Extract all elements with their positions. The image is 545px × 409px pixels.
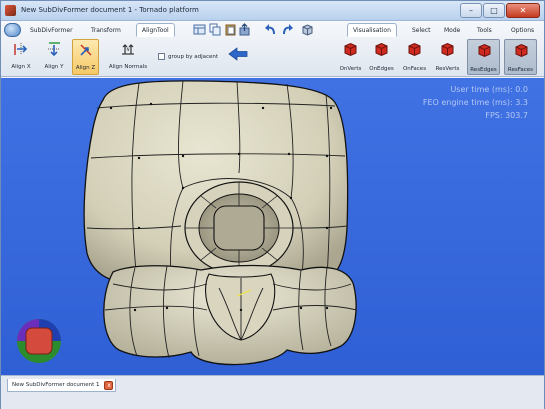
arrow-left-icon[interactable] bbox=[228, 47, 248, 61]
export-icon[interactable] bbox=[238, 23, 251, 36]
group-by-adjacent-label: group by adjacent bbox=[168, 53, 219, 60]
minimize-icon: – bbox=[469, 5, 473, 15]
align-normals-glyph: N bbox=[127, 47, 130, 52]
resverts-button[interactable]: ResVerts bbox=[431, 39, 464, 75]
align-y-button[interactable]: Align Y bbox=[39, 39, 69, 75]
maximize-icon: □ bbox=[490, 5, 498, 15]
align-x-icon bbox=[14, 43, 28, 55]
tab-subdivformer[interactable]: SubDivFormer bbox=[24, 23, 79, 37]
tab-options[interactable]: Options bbox=[505, 23, 540, 37]
document-tab-bar: New SubDivFormer document 1 x bbox=[1, 375, 544, 409]
3d-viewport[interactable]: User time (ms): 0.0 FEO engine time (ms)… bbox=[1, 78, 544, 375]
red-cube-icon bbox=[375, 42, 388, 57]
resedges-button[interactable]: ResEdges bbox=[467, 39, 500, 75]
align-z-button[interactable]: Align Z bbox=[72, 39, 99, 75]
align-normals-label: Align Normals bbox=[108, 64, 148, 70]
onfaces-button[interactable]: OnFaces bbox=[398, 39, 431, 75]
close-document-icon[interactable]: x bbox=[104, 381, 114, 390]
group-by-adjacent-checkbox[interactable]: group by adjacent bbox=[158, 53, 218, 60]
red-cube-icon bbox=[478, 43, 491, 58]
document-tab-label: New SubDivFormer document 1 bbox=[12, 382, 100, 388]
tab-visualisation[interactable]: Visualisation bbox=[347, 23, 397, 37]
align-x-label: Align X bbox=[11, 64, 31, 70]
red-cube-icon bbox=[515, 43, 528, 58]
application-window: New SubDivFormer document 1 - Tornado pl… bbox=[0, 0, 545, 409]
tab-aligntool[interactable]: AlignTool bbox=[136, 23, 175, 37]
red-cube-icon bbox=[344, 42, 357, 57]
close-icon: ✕ bbox=[519, 5, 527, 15]
tab-select[interactable]: Select bbox=[406, 23, 437, 37]
onverts-label: OnVerts bbox=[339, 66, 362, 72]
layout-icon[interactable] bbox=[193, 23, 206, 36]
align-y-icon bbox=[48, 42, 60, 57]
redo-icon[interactable] bbox=[281, 23, 294, 36]
align-normals-button[interactable]: N Align Normals bbox=[104, 39, 152, 75]
title-bar: New SubDivFormer document 1 - Tornado pl… bbox=[1, 1, 544, 21]
hole-floor bbox=[213, 205, 265, 251]
align-normals-icon: N bbox=[122, 44, 134, 55]
align-y-label: Align Y bbox=[44, 64, 64, 70]
resedges-label: ResEdges bbox=[470, 67, 497, 73]
checkbox-box[interactable] bbox=[158, 53, 165, 60]
tab-mode[interactable]: Mode bbox=[438, 23, 466, 37]
window-controls: – □ ✕ bbox=[460, 3, 540, 18]
align-x-button[interactable]: Align X bbox=[6, 39, 36, 75]
close-button[interactable]: ✕ bbox=[506, 3, 540, 18]
app-icon bbox=[5, 5, 16, 16]
resfaces-button[interactable]: ResFaces bbox=[504, 39, 537, 75]
mesh-canvas[interactable] bbox=[1, 78, 544, 375]
ribbon: SubDivFormer Transform AlignTool Visuali… bbox=[1, 21, 544, 77]
onverts-button[interactable]: OnVerts bbox=[334, 39, 367, 75]
paste-icon[interactable] bbox=[224, 23, 237, 36]
window-title: New SubDivFormer document 1 - Tornado pl… bbox=[21, 6, 199, 14]
resverts-label: ResVerts bbox=[435, 66, 460, 72]
tab-tools[interactable]: Tools bbox=[471, 23, 498, 37]
resfaces-label: ResFaces bbox=[507, 67, 534, 73]
tab-transform[interactable]: Transform bbox=[85, 23, 127, 37]
cube-icon[interactable] bbox=[301, 23, 314, 36]
align-z-icon bbox=[79, 44, 92, 56]
onedges-button[interactable]: OnEdges bbox=[365, 39, 398, 75]
undo-icon[interactable] bbox=[264, 23, 277, 36]
onedges-label: OnEdges bbox=[369, 66, 394, 72]
app-menu-button[interactable] bbox=[4, 23, 21, 37]
align-z-label: Align Z bbox=[75, 65, 96, 71]
red-cube-icon bbox=[441, 42, 454, 57]
red-cube-icon bbox=[408, 42, 421, 57]
maximize-button[interactable]: □ bbox=[483, 3, 505, 18]
document-tab[interactable]: New SubDivFormer document 1 x bbox=[7, 379, 117, 392]
minimize-button[interactable]: – bbox=[460, 3, 482, 18]
orientation-gizmo-icon[interactable] bbox=[15, 317, 63, 365]
copy-icon[interactable] bbox=[209, 23, 222, 36]
onfaces-label: OnFaces bbox=[402, 66, 427, 72]
